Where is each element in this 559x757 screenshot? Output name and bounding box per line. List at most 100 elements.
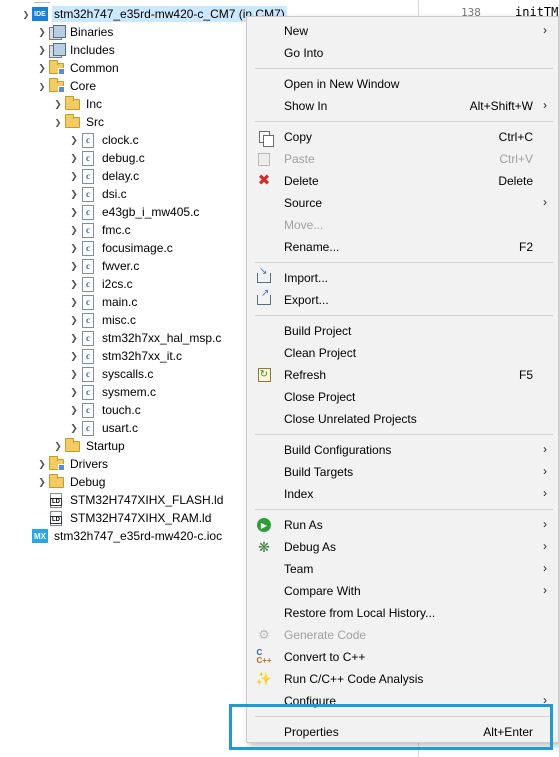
chevron-right-icon[interactable]: ❯ <box>68 167 80 185</box>
tree-item-drivers[interactable]: ❯ Drivers <box>36 455 110 473</box>
tree-item-ioc[interactable]: MX stm32h747_e35rd-mw420-c.ioc <box>32 527 224 545</box>
tree-item-file[interactable]: ❯ c stm32h7xx_it.c <box>68 347 184 365</box>
menu-item-close-project[interactable]: Close Project <box>248 386 558 408</box>
tree-item-file[interactable]: ❯ c syscalls.c <box>68 365 155 383</box>
menu-item-delete[interactable]: ✖ Delete Delete <box>248 170 558 192</box>
tree-item-file[interactable]: ❯ c fwver.c <box>68 257 141 275</box>
menu-item-move[interactable]: Move... <box>248 214 558 236</box>
chevron-right-icon[interactable]: ❯ <box>68 419 80 437</box>
chevron-right-icon[interactable]: ❯ <box>36 455 48 473</box>
tree-item-file[interactable]: ❯ c debug.c <box>68 149 147 167</box>
chevron-right-icon[interactable]: ❯ <box>68 221 80 239</box>
tree-item-label: i2cs.c <box>102 277 133 291</box>
c-file-icon: c <box>80 168 96 184</box>
menu-item-build-targets[interactable]: Build Targets › <box>248 461 558 483</box>
tree-item-label: fwver.c <box>102 259 140 273</box>
tree-item-file[interactable]: ❯ c touch.c <box>68 401 143 419</box>
chevron-right-icon[interactable]: ❯ <box>68 275 80 293</box>
tree-item-startup[interactable]: ❯ Startup <box>52 437 127 455</box>
menu-item-paste[interactable]: Paste Ctrl+V <box>248 148 558 170</box>
menu-item-run-code-analysis[interactable]: ✨ Run C/C++ Code Analysis <box>248 668 558 690</box>
tree-item-file[interactable]: ❯ c usart.c <box>68 419 140 437</box>
tree-item-file[interactable]: ❯ c fmc.c <box>68 221 133 239</box>
menu-item-close-unrelated-projects[interactable]: Close Unrelated Projects <box>248 408 558 430</box>
menu-item-shortcut: Ctrl+V <box>499 152 533 166</box>
chevron-right-icon[interactable]: ❯ <box>68 311 80 329</box>
chevron-right-icon[interactable]: ❯ <box>68 203 80 221</box>
chevron-right-icon[interactable]: ❯ <box>68 257 80 275</box>
tree-item-inc[interactable]: ❯ Inc <box>52 95 104 113</box>
menu-item-generate-code[interactable]: ⚙ Generate Code <box>248 624 558 646</box>
tree-item-file[interactable]: ❯ c main.c <box>68 293 139 311</box>
chevron-right-icon[interactable]: ❯ <box>68 239 80 257</box>
tree-item-file[interactable]: ❯ c e43gb_i_mw405.c <box>68 203 201 221</box>
tree-item-label: focusimage.c <box>102 241 173 255</box>
chevron-down-icon[interactable]: ❯ <box>52 113 64 131</box>
tree-item-common[interactable]: ❯ Common <box>36 59 121 77</box>
menu-item-clean-project[interactable]: Clean Project <box>248 342 558 364</box>
chevron-right-icon[interactable]: ❯ <box>68 185 80 203</box>
submenu-arrow-icon: › <box>543 517 547 531</box>
tree-item-ram-ld[interactable]: LD STM32H747XIHX_RAM.ld <box>48 509 213 527</box>
menu-item-import[interactable]: Import... <box>248 266 558 289</box>
menu-item-build-project[interactable]: Build Project <box>248 320 558 342</box>
chevron-right-icon[interactable]: ❯ <box>52 95 64 113</box>
tree-item-file[interactable]: ❯ c focusimage.c <box>68 239 175 257</box>
generate-code-icon: ⚙ <box>258 627 270 642</box>
c-file-icon: c <box>80 366 96 382</box>
menu-item-convert-to-cpp[interactable]: C C++ Convert to C++ <box>248 646 558 668</box>
chevron-right-icon[interactable]: ❯ <box>68 149 80 167</box>
c-file-icon: c <box>80 294 96 310</box>
tree-item-file[interactable]: ❯ c delay.c <box>68 167 141 185</box>
chevron-right-icon[interactable]: ❯ <box>68 365 80 383</box>
tree-item-file[interactable]: ❯ c stm32h7xx_hal_msp.c <box>68 329 223 347</box>
chevron-right-icon[interactable]: ❯ <box>68 329 80 347</box>
menu-item-run-as[interactable]: ▶ Run As › <box>248 514 558 536</box>
menu-item-label: Refresh <box>284 368 327 382</box>
chevron-right-icon[interactable]: ❯ <box>68 347 80 365</box>
chevron-right-icon[interactable]: ❯ <box>68 383 80 401</box>
menu-item-source[interactable]: Source › <box>248 192 558 214</box>
chevron-right-icon[interactable]: ❯ <box>68 131 80 149</box>
tree-item-debug[interactable]: ❯ Debug <box>36 473 107 491</box>
chevron-right-icon[interactable]: ❯ <box>36 59 48 77</box>
tree-item-label: touch.c <box>102 403 141 417</box>
menu-item-debug-as[interactable]: ❋ Debug As › <box>248 536 558 558</box>
chevron-right-icon[interactable]: ❯ <box>52 437 64 455</box>
tree-item-file[interactable]: ❯ c i2cs.c <box>68 275 135 293</box>
menu-item-index[interactable]: Index › <box>248 483 558 505</box>
menu-item-label: Compare With <box>284 584 361 598</box>
tree-item-binaries[interactable]: ❯ Binaries <box>36 23 115 41</box>
tree-item-src[interactable]: ❯ Src <box>52 113 106 131</box>
chevron-right-icon[interactable]: ❯ <box>36 473 48 491</box>
menu-item-go-into[interactable]: Go Into <box>248 42 558 64</box>
tree-item-file[interactable]: ❯ c sysmem.c <box>68 383 158 401</box>
menu-item-shortcut: F5 <box>518 368 533 382</box>
menu-item-refresh[interactable]: ↻ Refresh F5 <box>248 364 558 386</box>
menu-item-restore-local-history[interactable]: Restore from Local History... <box>248 602 558 624</box>
chevron-right-icon[interactable]: ❯ <box>36 23 48 41</box>
tree-item-core[interactable]: ❯ Core <box>36 77 98 95</box>
tree-item-includes[interactable]: ❯ Includes <box>36 41 117 59</box>
tree-item-file[interactable]: ❯ c clock.c <box>68 131 141 149</box>
menu-item-compare-with[interactable]: Compare With › <box>248 580 558 602</box>
chevron-right-icon[interactable]: ❯ <box>68 401 80 419</box>
menu-item-new[interactable]: New › <box>248 20 558 42</box>
menu-item-show-in[interactable]: Show In Alt+Shift+W › <box>248 95 558 117</box>
chevron-down-icon[interactable]: ❯ <box>20 5 32 23</box>
menu-item-open-in-new-window[interactable]: Open in New Window <box>248 73 558 95</box>
menu-item-copy[interactable]: Copy Ctrl+C <box>248 126 558 148</box>
tree-item-flash-ld[interactable]: LD STM32H747XIHX_FLASH.ld <box>48 491 225 509</box>
chevron-right-icon[interactable]: ❯ <box>68 293 80 311</box>
tree-item-file[interactable]: ❯ c dsi.c <box>68 185 129 203</box>
tree-item-file[interactable]: ❯ c misc.c <box>68 311 138 329</box>
chevron-down-icon[interactable]: ❯ <box>36 77 48 95</box>
chevron-right-icon[interactable]: ❯ <box>36 41 48 59</box>
menu-item-export[interactable]: Export... <box>248 288 558 311</box>
menu-item-label: Build Project <box>284 324 352 338</box>
paste-icon <box>256 151 272 167</box>
menu-item-build-configurations[interactable]: Build Configurations › <box>248 439 558 461</box>
folder-icon <box>64 437 80 454</box>
menu-item-rename[interactable]: Rename... F2 <box>248 236 558 258</box>
menu-item-team[interactable]: Team › <box>248 558 558 580</box>
